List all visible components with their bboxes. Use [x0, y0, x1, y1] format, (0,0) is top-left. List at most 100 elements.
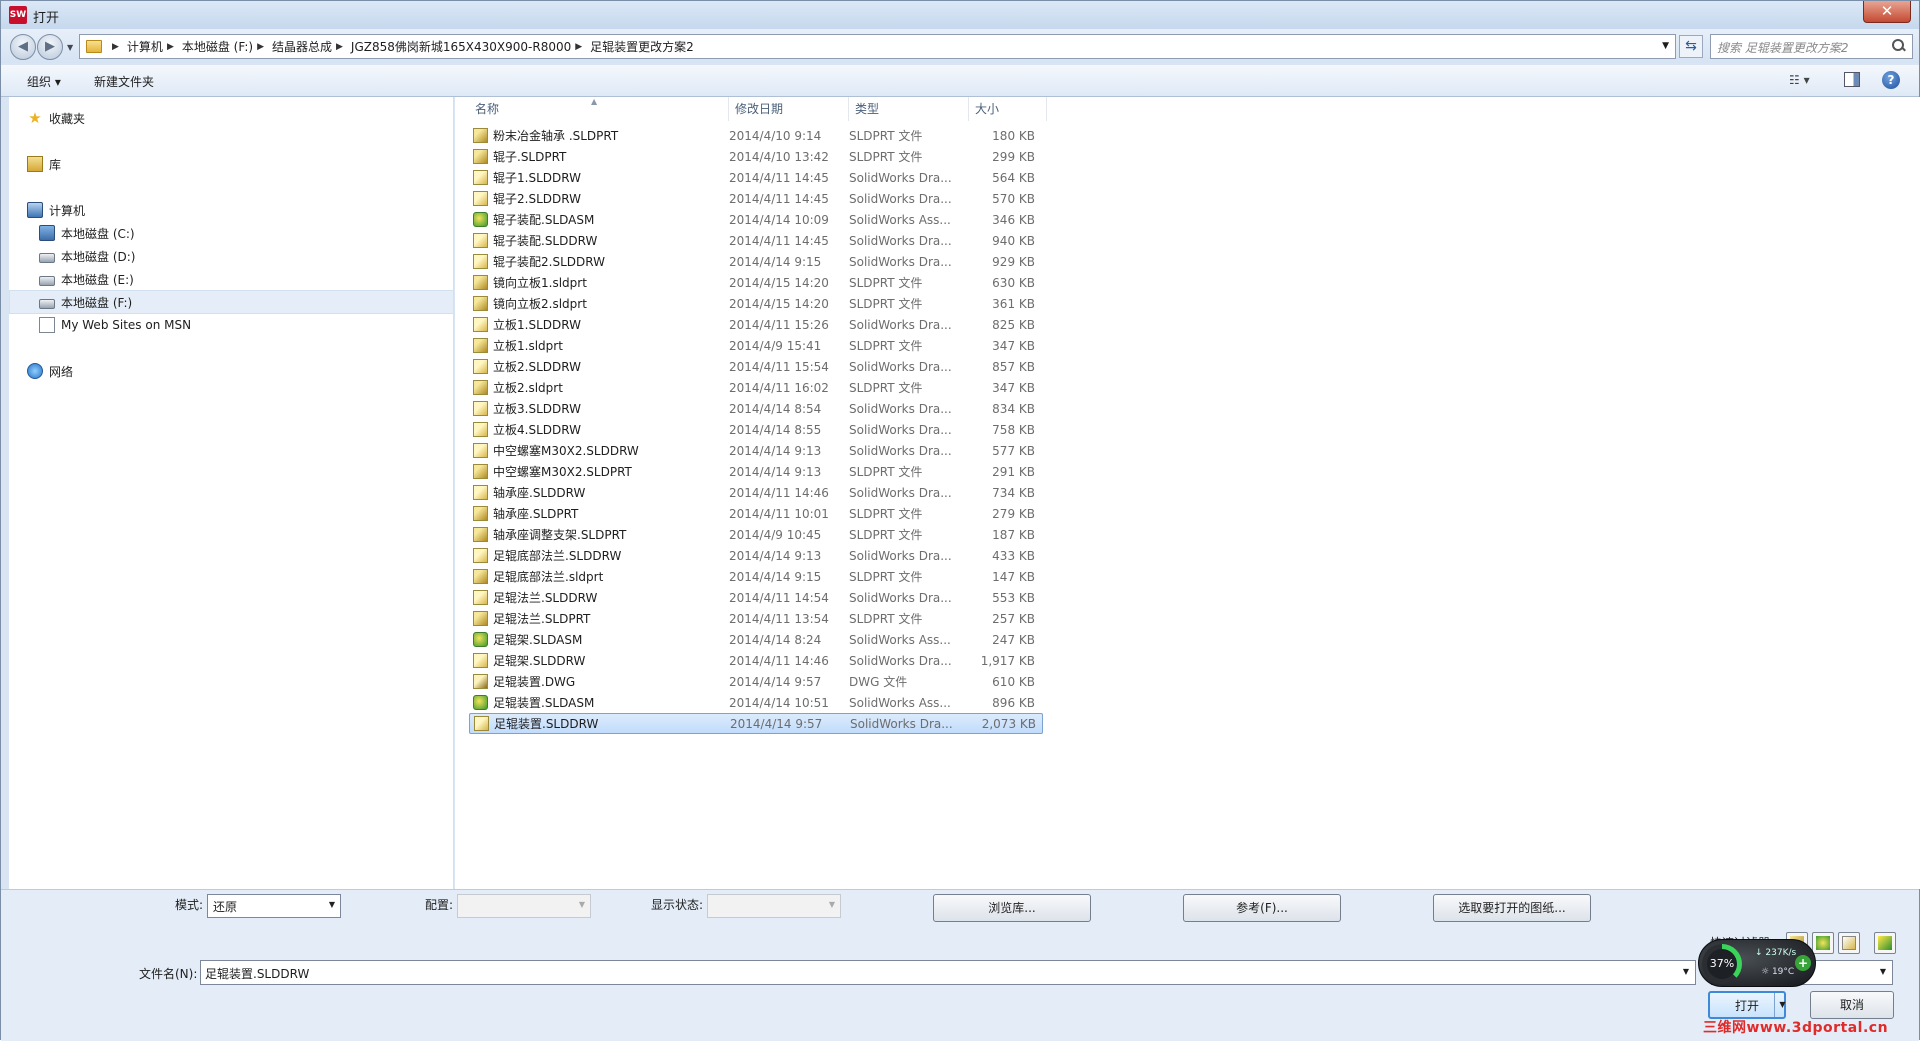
file-row[interactable]: 辊子装配2.SLDDRW 2014/4/14 9:15 SolidWorks Dra…: [469, 251, 1043, 272]
preview-pane-icon[interactable]: [1844, 72, 1860, 87]
file-row[interactable]: 立板1.sldprt 2014/4/9 15:41 SLDPRT 文件 347 KB: [469, 335, 1043, 356]
nav-libraries[interactable]: 库: [27, 153, 61, 175]
nav-drive-c[interactable]: 本地磁盘 (C:): [39, 222, 135, 244]
view-options-icon[interactable]: ☷ ▾: [1789, 73, 1810, 87]
nav-drive-d[interactable]: 本地磁盘 (D:): [39, 245, 135, 267]
breadcrumb-separator[interactable]: ▶: [108, 42, 127, 52]
nav-web-sites[interactable]: My Web Sites on MSN: [39, 314, 191, 336]
nav-network[interactable]: 网络: [27, 360, 73, 382]
file-row[interactable]: 立板2.sldprt 2014/4/11 16:02 SLDPRT 文件 347 KB: [469, 377, 1043, 398]
file-type: SolidWorks Dra...: [849, 422, 952, 437]
column-header-type[interactable]: 类型: [849, 97, 969, 121]
column-header-size[interactable]: 大小: [969, 97, 1047, 121]
chevron-down-icon[interactable]: ▼: [1683, 967, 1689, 976]
browse-library-button[interactable]: 浏览库...: [933, 894, 1091, 922]
file-row[interactable]: 足辊装置.DWG 2014/4/14 9:57 DWG 文件 610 KB: [469, 671, 1043, 692]
file-size: 834 KB: [992, 401, 1035, 416]
file-row[interactable]: 足辊法兰.SLDDRW 2014/4/11 14:54 SolidWorks Dra…: [469, 587, 1043, 608]
file-type: SolidWorks Dra...: [849, 170, 952, 185]
filter-assemblies-button[interactable]: [1812, 932, 1834, 954]
address-dropdown-icon[interactable]: ▼: [1662, 41, 1669, 51]
breadcrumb-folder-2[interactable]: JGZ858佛岗新城165X430X900-R8000 ▶: [351, 38, 590, 55]
filter-drawings-button[interactable]: [1838, 932, 1860, 954]
web-page-icon: [39, 317, 55, 333]
file-row[interactable]: 辊子1.SLDDRW 2014/4/11 14:45 SolidWorks Dra.…: [469, 167, 1043, 188]
file-row[interactable]: 轴承座.SLDPRT 2014/4/11 10:01 SLDPRT 文件 279 KB: [469, 503, 1043, 524]
recent-pages-dropdown-icon[interactable]: ▼: [67, 43, 73, 52]
file-row[interactable]: 镜向立板1.sldprt 2014/4/15 14:20 SLDPRT 文件 630 …: [469, 272, 1043, 293]
column-header-name[interactable]: 名称: [469, 97, 729, 121]
file-name-cell: 足辊底部法兰.SLDDRW: [469, 547, 729, 564]
file-type: SLDPRT 文件: [849, 129, 923, 143]
file-row[interactable]: 粉末冶金轴承 .SLDPRT 2014/4/10 9:14 SLDPRT 文件 180…: [469, 125, 1043, 146]
file-name-cell: 足辊架.SLDDRW: [469, 652, 729, 669]
file-row[interactable]: 辊子.SLDPRT 2014/4/10 13:42 SLDPRT 文件 299 KB: [469, 146, 1043, 167]
file-row[interactable]: 足辊架.SLDASM 2014/4/14 8:24 SolidWorks Ass..…: [469, 629, 1043, 650]
column-header-date[interactable]: 修改日期: [729, 97, 849, 121]
file-row[interactable]: 立板4.SLDDRW 2014/4/14 8:55 SolidWorks Dra..…: [469, 419, 1043, 440]
new-folder-button[interactable]: 新建文件夹: [94, 73, 154, 90]
breadcrumb-current-folder[interactable]: 足辊装置更改方案2: [590, 38, 694, 55]
file-name-cell: 中空螺塞M30X2.SLDPRT: [469, 463, 729, 480]
search-input[interactable]: 搜索 足辊装置更改方案2: [1710, 34, 1913, 59]
help-icon[interactable]: ?: [1882, 71, 1900, 89]
file-name: 立板2.sldprt: [493, 381, 563, 395]
file-row[interactable]: 辊子装配.SLDDRW 2014/4/11 14:45 SolidWorks Dra…: [469, 230, 1043, 251]
cancel-button[interactable]: 取消: [1810, 991, 1894, 1019]
file-type: SLDPRT 文件: [849, 297, 923, 311]
file-row[interactable]: 辊子装配.SLDASM 2014/4/14 10:09 SolidWorks Ass…: [469, 209, 1043, 230]
search-icon[interactable]: [1892, 39, 1906, 53]
file-date: 2014/4/11 13:54: [729, 611, 829, 626]
file-name: 辊子2.SLDDRW: [493, 192, 581, 206]
drw-file-icon: [473, 359, 488, 374]
nav-drive-f[interactable]: 本地磁盘 (F:): [39, 291, 132, 313]
file-row[interactable]: 轴承座调整支架.SLDPRT 2014/4/9 10:45 SLDPRT 文件 187…: [469, 524, 1043, 545]
select-sheets-button[interactable]: 选取要打开的图纸...: [1433, 894, 1591, 922]
refresh-button[interactable]: ⇆: [1679, 35, 1703, 58]
widget-expand-button[interactable]: +: [1795, 955, 1811, 971]
system-drive-icon: [39, 225, 55, 241]
nav-drive-e[interactable]: 本地磁盘 (E:): [39, 268, 134, 290]
open-options-dropdown-icon[interactable]: ▼: [1774, 993, 1790, 1017]
file-name: 足辊底部法兰.sldprt: [493, 570, 604, 584]
file-row[interactable]: 足辊装置.SLDASM 2014/4/14 10:51 SolidWorks Ass…: [469, 692, 1043, 713]
file-row[interactable]: 中空螺塞M30X2.SLDPRT 2014/4/14 9:13 SLDPRT 文件 2…: [469, 461, 1043, 482]
file-row[interactable]: 足辊底部法兰.SLDDRW 2014/4/14 9:13 SolidWorks Dr…: [469, 545, 1043, 566]
breadcrumb-drive-f[interactable]: 本地磁盘 (F:) ▶: [182, 38, 272, 55]
filename-label: 文件名(N):: [139, 967, 198, 981]
references-button[interactable]: 参考(F)...: [1183, 894, 1341, 922]
file-row[interactable]: 立板3.SLDDRW 2014/4/14 8:54 SolidWorks Dra..…: [469, 398, 1043, 419]
file-name-cell: 辊子装配.SLDASM: [469, 211, 729, 228]
prt-file-icon: [473, 275, 488, 290]
close-button[interactable]: ✕: [1863, 1, 1911, 23]
file-row[interactable]: 轴承座.SLDDRW 2014/4/11 14:46 SolidWorks Dra.…: [469, 482, 1043, 503]
file-type: SLDPRT 文件: [849, 465, 923, 479]
file-name-cell: 立板2.sldprt: [469, 379, 729, 396]
nav-favorites[interactable]: ★ 收藏夹: [27, 107, 85, 129]
file-name-cell: 立板2.SLDDRW: [469, 358, 729, 375]
file-row[interactable]: 立板1.SLDDRW 2014/4/11 15:26 SolidWorks Dra.…: [469, 314, 1043, 335]
nav-computer[interactable]: 计算机: [27, 199, 85, 221]
system-monitor-widget[interactable]: 37% ↓ 237K/s ☼ 19°C +: [1698, 939, 1816, 987]
breadcrumb-computer[interactable]: 计算机 ▶: [127, 38, 182, 55]
forward-button[interactable]: ▶: [37, 34, 63, 60]
file-row[interactable]: 中空螺塞M30X2.SLDDRW 2014/4/14 9:13 SolidWorks…: [469, 440, 1043, 461]
file-row[interactable]: 足辊法兰.SLDPRT 2014/4/11 13:54 SLDPRT 文件 257 K…: [469, 608, 1043, 629]
address-bar[interactable]: ▶ 计算机 ▶ 本地磁盘 (F:) ▶ 结晶器总成 ▶ JGZ858佛岗新城165X4…: [79, 34, 1676, 59]
file-date: 2014/4/11 14:46: [729, 485, 829, 500]
file-row[interactable]: 足辊装置.SLDDRW 2014/4/14 9:57 SolidWorks Dra.…: [469, 713, 1043, 734]
file-row[interactable]: 足辊架.SLDDRW 2014/4/11 14:46 SolidWorks Dra.…: [469, 650, 1043, 671]
breadcrumb-folder-1[interactable]: 结晶器总成 ▶: [272, 38, 351, 55]
file-size: 346 KB: [992, 212, 1035, 227]
file-row[interactable]: 足辊底部法兰.sldprt 2014/4/14 9:15 SLDPRT 文件 147 …: [469, 566, 1043, 587]
dialog-title: 打开: [33, 11, 60, 26]
organize-button[interactable]: 组织 ▾: [27, 73, 61, 90]
file-row[interactable]: 镜向立板2.sldprt 2014/4/15 14:20 SLDPRT 文件 361 …: [469, 293, 1043, 314]
back-button[interactable]: ◀: [10, 34, 36, 60]
mode-select[interactable]: 还原 ▼: [207, 894, 341, 918]
filter-top-level-button[interactable]: [1874, 932, 1896, 954]
file-row[interactable]: 辊子2.SLDDRW 2014/4/11 14:45 SolidWorks Dra.…: [469, 188, 1043, 209]
file-name: 立板3.SLDDRW: [493, 402, 581, 416]
file-row[interactable]: 立板2.SLDDRW 2014/4/11 15:54 SolidWorks Dra.…: [469, 356, 1043, 377]
filename-input[interactable]: 足辊装置.SLDDRW ▼: [200, 960, 1696, 985]
